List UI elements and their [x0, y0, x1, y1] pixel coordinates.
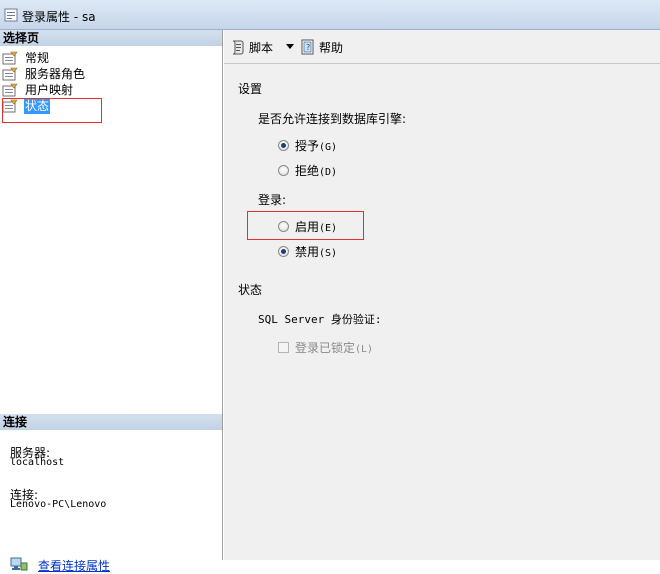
page-item-server-roles[interactable]: 服务器角色: [2, 66, 86, 82]
settings-section-title: 设置: [238, 82, 263, 96]
script-button[interactable]: 脚本: [230, 37, 273, 57]
select-page-header: 选择页: [0, 30, 222, 46]
left-pane: 选择页 常规 服务器角色 用户映射 状态 连接 服务器: localhost 连…: [0, 30, 223, 573]
script-label: 脚本: [249, 40, 274, 55]
deny-radio[interactable]: [278, 165, 289, 176]
db-engine-permission-label: 是否允许连接到数据库引擎:: [258, 112, 407, 126]
disable-mnemonic: (S): [319, 248, 338, 259]
script-dropdown-arrow-icon[interactable]: [286, 44, 294, 49]
status-section-title: 状态: [238, 283, 263, 297]
connection-properties-icon: [10, 557, 28, 571]
deny-text: 拒绝: [295, 164, 320, 178]
disable-text: 禁用: [295, 245, 320, 259]
grant-text: 授予: [295, 139, 320, 153]
page-item-user-mapping[interactable]: 用户映射: [2, 82, 86, 98]
login-locked-mnemonic: (L): [355, 344, 374, 355]
disable-radio[interactable]: [278, 246, 289, 257]
login-locked-label: 登录已锁定(L): [295, 339, 373, 356]
page-icon: [2, 67, 18, 81]
disable-radio-row[interactable]: 禁用(S): [278, 243, 337, 260]
login-locked-checkbox: [278, 342, 289, 353]
login-locked-text: 登录已锁定: [295, 341, 356, 355]
grant-mnemonic: (G): [319, 142, 338, 153]
login-label: 登录:: [258, 193, 287, 207]
page-item-label: 常规: [25, 51, 50, 65]
page-icon: [2, 83, 18, 97]
help-icon: ?: [301, 39, 314, 55]
annotation-box-status: [2, 98, 102, 123]
disable-radio-label: 禁用(S): [295, 243, 337, 260]
annotation-box-enable: [247, 211, 364, 240]
toolbar: 脚本 ? 帮助: [224, 30, 660, 64]
grant-radio-row[interactable]: 授予(G): [278, 137, 337, 154]
script-icon: [232, 40, 244, 55]
help-label: 帮助: [319, 40, 344, 55]
help-button[interactable]: ? 帮助: [300, 37, 343, 57]
server-value: localhost: [10, 457, 65, 468]
page-item-label: 服务器角色: [25, 67, 86, 81]
grant-radio-label: 授予(G): [295, 137, 337, 154]
connection-section: 服务器: localhost 连接: Lenovo-PC\Lenovo 查看连接…: [0, 430, 222, 573]
grant-radio[interactable]: [278, 140, 289, 151]
right-pane: 脚本 ? 帮助 设置 是否允许连接到数据库引擎: 授予(G) 拒绝(D) 登录:…: [224, 30, 660, 560]
connection-header: 连接: [0, 414, 222, 430]
deny-mnemonic: (D): [319, 167, 338, 178]
svg-text:?: ?: [306, 43, 310, 52]
page-item-general[interactable]: 常规: [2, 50, 86, 66]
connection-value: Lenovo-PC\Lenovo: [10, 499, 107, 510]
sql-auth-label: SQL Server 身份验证:: [258, 313, 382, 326]
deny-radio-label: 拒绝(D): [295, 162, 337, 179]
page-item-label: 用户映射: [25, 83, 74, 97]
login-locked-row: 登录已锁定(L): [278, 339, 373, 356]
page-icon: [2, 51, 18, 65]
window-title: 登录属性 - sa: [22, 10, 96, 24]
deny-radio-row[interactable]: 拒绝(D): [278, 162, 337, 179]
title-bar: 登录属性 - sa: [0, 0, 660, 30]
window-icon: [4, 8, 18, 22]
